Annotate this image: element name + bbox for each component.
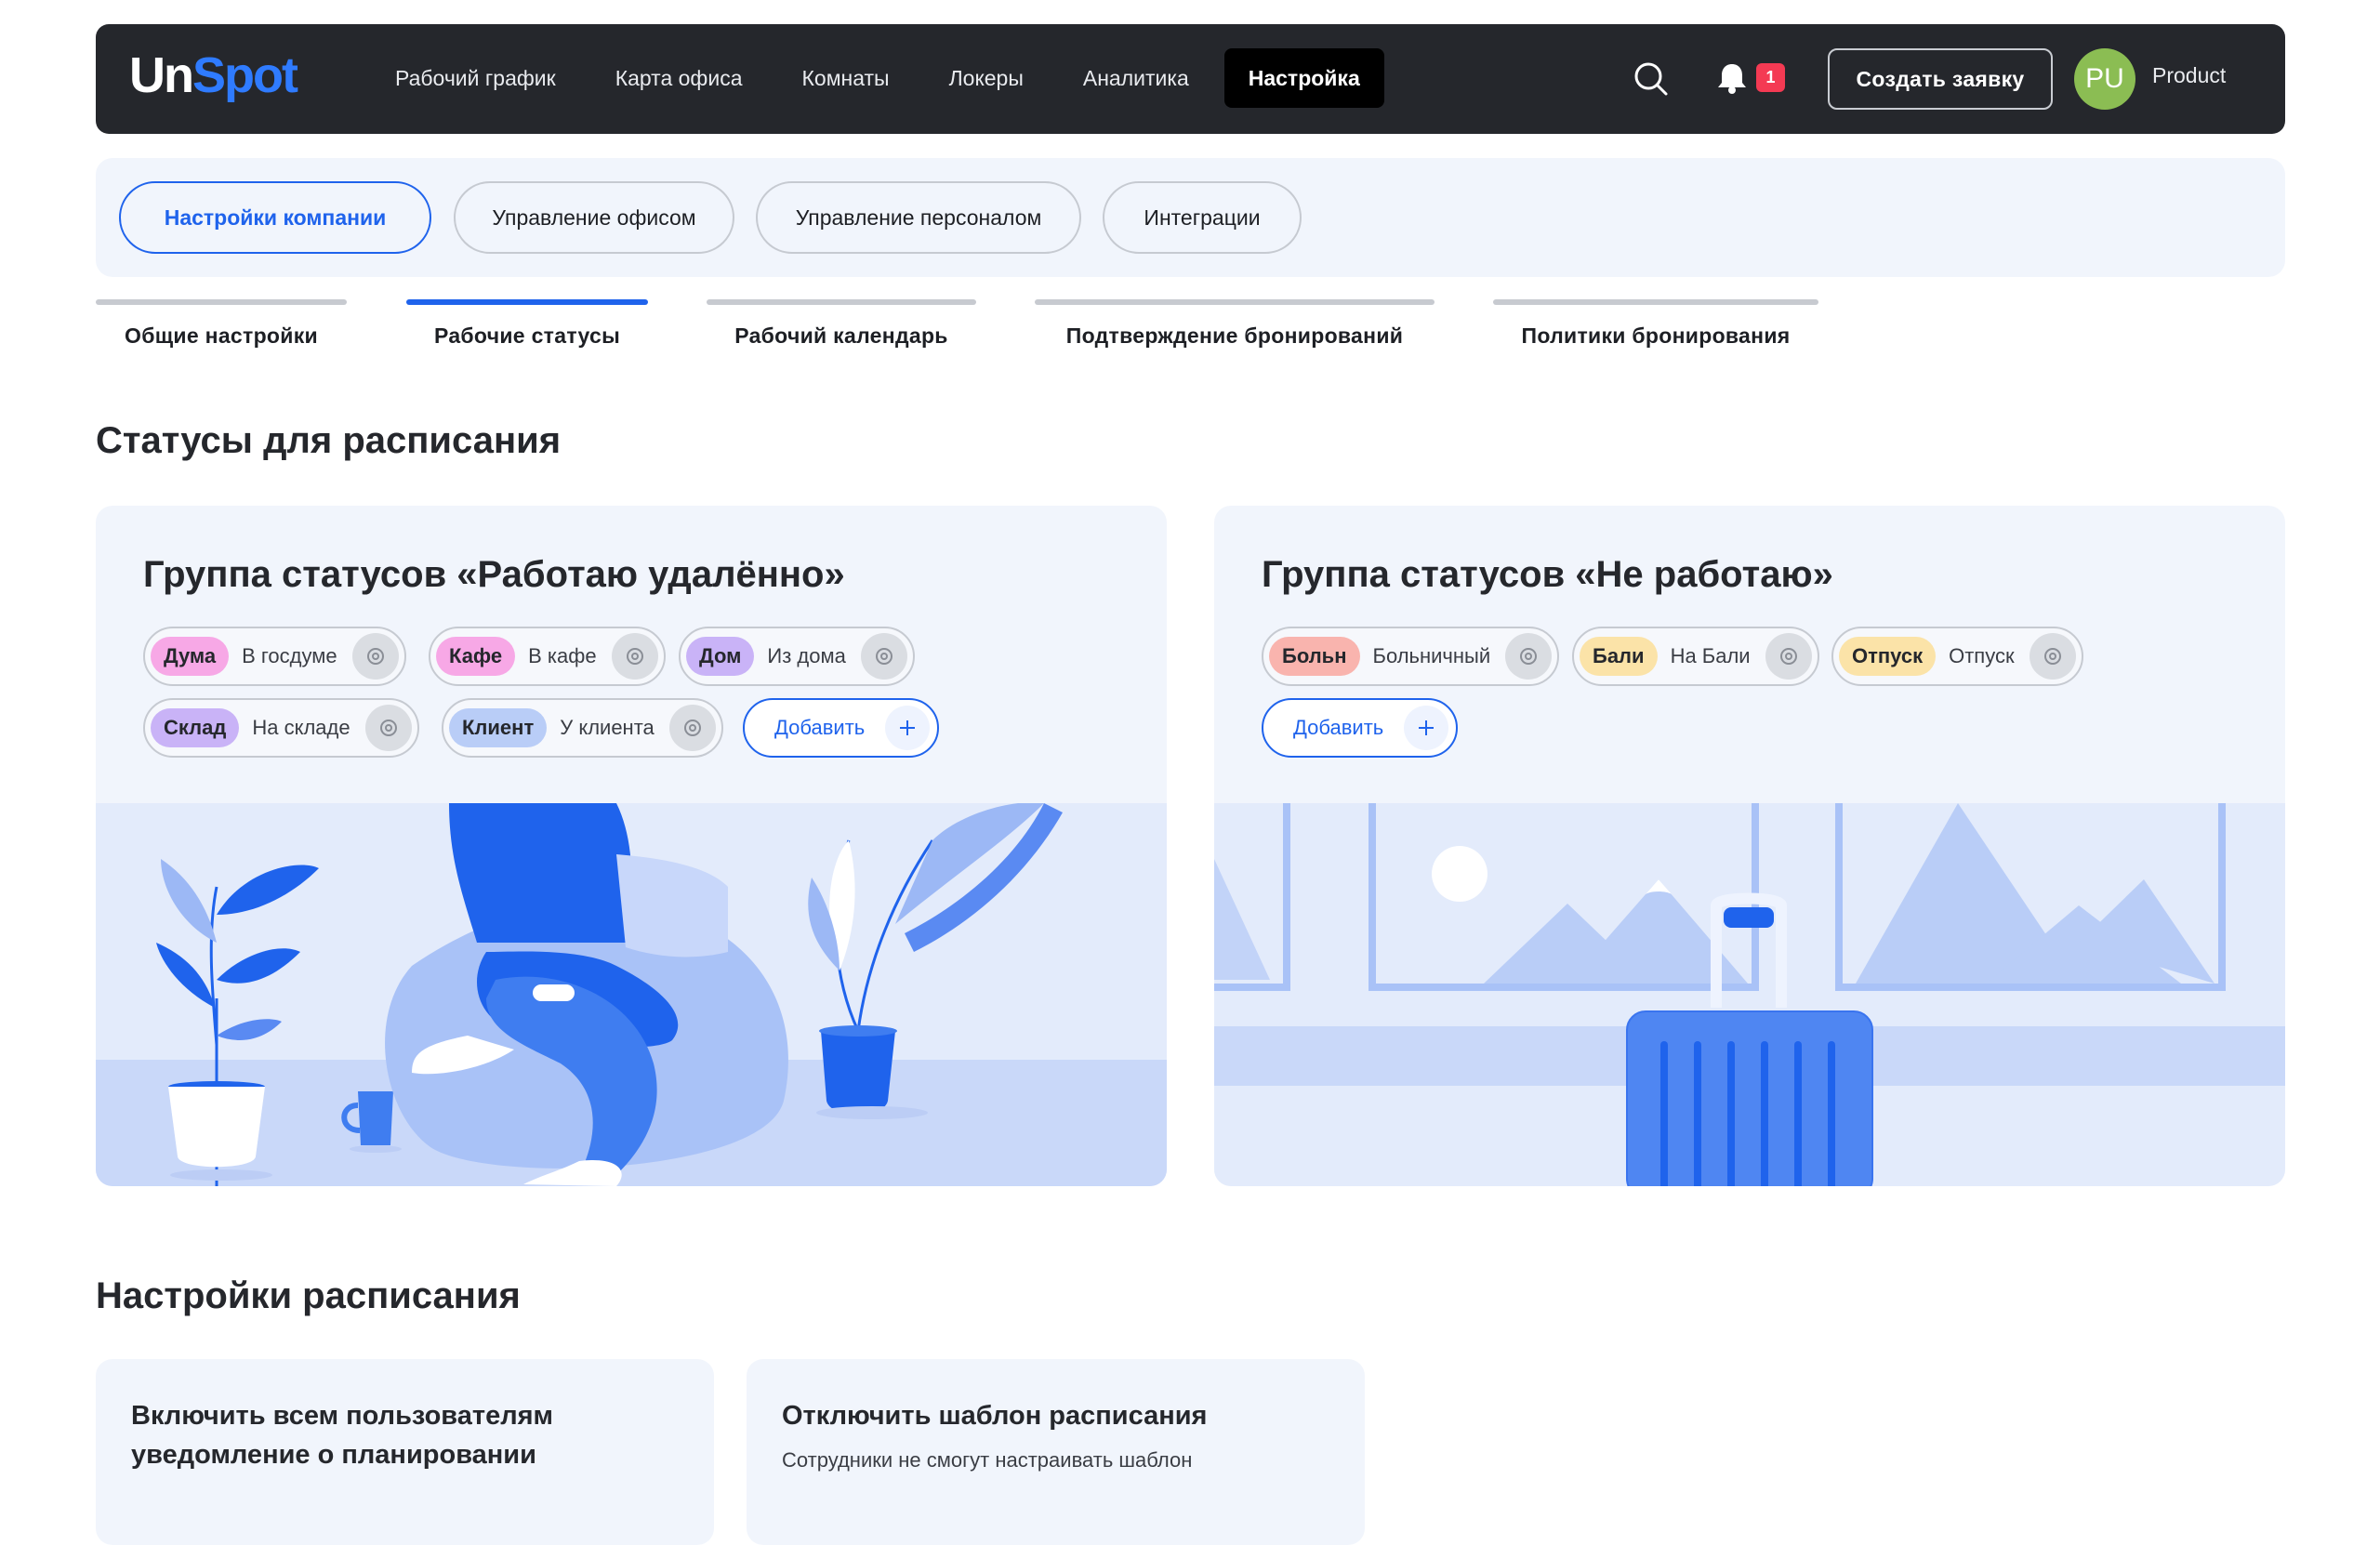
gear-icon[interactable]: [611, 633, 658, 680]
suitcase-travel-illustration: [1214, 803, 2285, 1186]
gear-icon[interactable]: [364, 705, 412, 751]
search-icon[interactable]: [1630, 58, 1673, 100]
tab-general-settings[interactable]: Общие настройки: [96, 299, 347, 355]
status-chip-cafe[interactable]: Кафе В кафе: [429, 627, 666, 686]
tab-booking-confirmation[interactable]: Подтверждение бронирований: [1035, 299, 1435, 355]
category-office-management[interactable]: Управление офисом: [454, 181, 734, 254]
status-name: Из дома: [767, 644, 846, 667]
tab-indicator: [406, 299, 648, 305]
tab-work-calendar[interactable]: Рабочий календарь: [707, 299, 976, 355]
status-group-title: Группа статусов «Не работаю»: [1262, 554, 1833, 595]
logo-text-un: Un: [129, 47, 194, 103]
setting-title: Включить всем пользователям уведомление …: [131, 1396, 553, 1474]
tab-booking-policies[interactable]: Политики бронирования: [1493, 299, 1818, 355]
nav-item-office-map[interactable]: Карта офиса: [591, 48, 767, 108]
gear-icon[interactable]: [1765, 633, 1812, 680]
user-name[interactable]: Product: [2152, 63, 2226, 88]
category-integrations[interactable]: Интеграции: [1103, 181, 1302, 254]
tab-indicator: [96, 299, 347, 305]
section-title-schedule-settings: Настройки расписания: [96, 1275, 521, 1316]
add-status-label: Добавить: [1293, 716, 1384, 739]
avatar[interactable]: PU: [2074, 48, 2135, 110]
status-group-card-not-working: Группа статусов «Не работаю» Больн Больн…: [1214, 506, 2285, 1186]
plus-icon: [885, 706, 931, 750]
nav-item-schedule[interactable]: Рабочий график: [371, 48, 580, 108]
status-name: На Бали: [1670, 644, 1751, 667]
nav-item-lockers[interactable]: Локеры: [925, 48, 1048, 108]
setting-card-notify-all[interactable]: Включить всем пользователям уведомление …: [96, 1359, 714, 1545]
tab-label: Политики бронирования: [1521, 324, 1791, 348]
status-tag: Больн: [1269, 637, 1360, 676]
tab-indicator: [1035, 299, 1435, 305]
create-request-button[interactable]: Создать заявку: [1828, 48, 2053, 110]
status-name: У клиента: [560, 716, 654, 739]
setting-card-disable-template[interactable]: Отключить шаблон расписания Сотрудники н…: [747, 1359, 1365, 1545]
tab-label: Рабочий календарь: [734, 324, 948, 348]
setting-title: Отключить шаблон расписания: [782, 1401, 1208, 1431]
status-group-card-remote: Группа статусов «Работаю удалённо» Дума …: [96, 506, 1167, 1186]
status-group-title: Группа статусов «Работаю удалённо»: [143, 554, 845, 595]
status-chip-duma[interactable]: Дума В госдуме: [143, 627, 406, 686]
status-tag: Склад: [151, 708, 240, 747]
tab-indicator: [707, 299, 976, 305]
gear-icon[interactable]: [1505, 633, 1553, 680]
category-staff-management[interactable]: Управление персоналом: [756, 181, 1081, 254]
bell-icon[interactable]: [1713, 59, 1751, 97]
nav-item-settings[interactable]: Настройка: [1223, 48, 1384, 108]
gear-icon[interactable]: [2029, 633, 2076, 680]
add-status-button[interactable]: Добавить: [1262, 698, 1459, 758]
status-tag: Кафе: [436, 637, 516, 676]
status-chip-vacation[interactable]: Отпуск Отпуск: [1831, 627, 2083, 686]
status-name: В кафе: [528, 644, 597, 667]
remote-work-illustration: [96, 803, 1167, 1186]
add-status-label: Добавить: [774, 716, 866, 739]
setting-title-line2: уведомление о планировании: [131, 1440, 536, 1470]
status-tag: Отпуск: [1839, 637, 1937, 676]
tab-label: Общие настройки: [125, 324, 318, 348]
category-company-settings[interactable]: Настройки компании: [119, 181, 431, 254]
tab-label: Подтверждение бронирований: [1065, 324, 1404, 348]
nav-item-analytics[interactable]: Аналитика: [1059, 48, 1213, 108]
status-name: Больничный: [1372, 644, 1491, 667]
tab-work-statuses[interactable]: Рабочие статусы: [406, 299, 648, 355]
notification-count-badge: 1: [1756, 63, 1785, 92]
status-tag: Дом: [686, 637, 755, 676]
status-name: На складе: [252, 716, 350, 739]
status-tag: Клиент: [449, 708, 548, 747]
status-chip-sick[interactable]: Больн Больничный: [1262, 627, 1560, 686]
status-chip-client[interactable]: Клиент У клиента: [442, 698, 723, 758]
status-chip-home[interactable]: Дом Из дома: [679, 627, 915, 686]
setting-description: Сотрудники не смогут настраивать шаблон: [782, 1448, 1193, 1472]
top-nav-bar: UnSpot Рабочий график Карта офиса Комнат…: [96, 24, 2285, 134]
settings-category-bar: Настройки компании Управление офисом Упр…: [96, 158, 2285, 277]
logo-text-spot: Spot: [192, 47, 298, 103]
gear-icon[interactable]: [860, 633, 907, 680]
gear-icon[interactable]: [351, 633, 399, 680]
status-name: Отпуск: [1949, 644, 2015, 667]
nav-item-rooms[interactable]: Комнаты: [778, 48, 914, 108]
unspot-logo[interactable]: UnSpot: [129, 46, 298, 104]
setting-title-line1: Включить всем пользователям: [131, 1401, 554, 1431]
status-chip-warehouse[interactable]: Склад На складе: [143, 698, 419, 758]
tab-label: Рабочие статусы: [433, 324, 621, 348]
status-chip-bali[interactable]: Бали На Бали: [1572, 627, 1819, 686]
section-title-statuses: Статусы для расписания: [96, 420, 562, 461]
status-tag: Дума: [151, 637, 230, 676]
gear-icon[interactable]: [668, 705, 716, 751]
status-tag: Бали: [1580, 637, 1658, 676]
add-status-button[interactable]: Добавить: [743, 698, 940, 758]
main-nav: Рабочий график Карта офиса Комнаты Локер…: [371, 48, 1395, 108]
tab-indicator: [1493, 299, 1818, 305]
status-name: В госдуме: [242, 644, 337, 667]
plus-icon: [1404, 706, 1449, 750]
